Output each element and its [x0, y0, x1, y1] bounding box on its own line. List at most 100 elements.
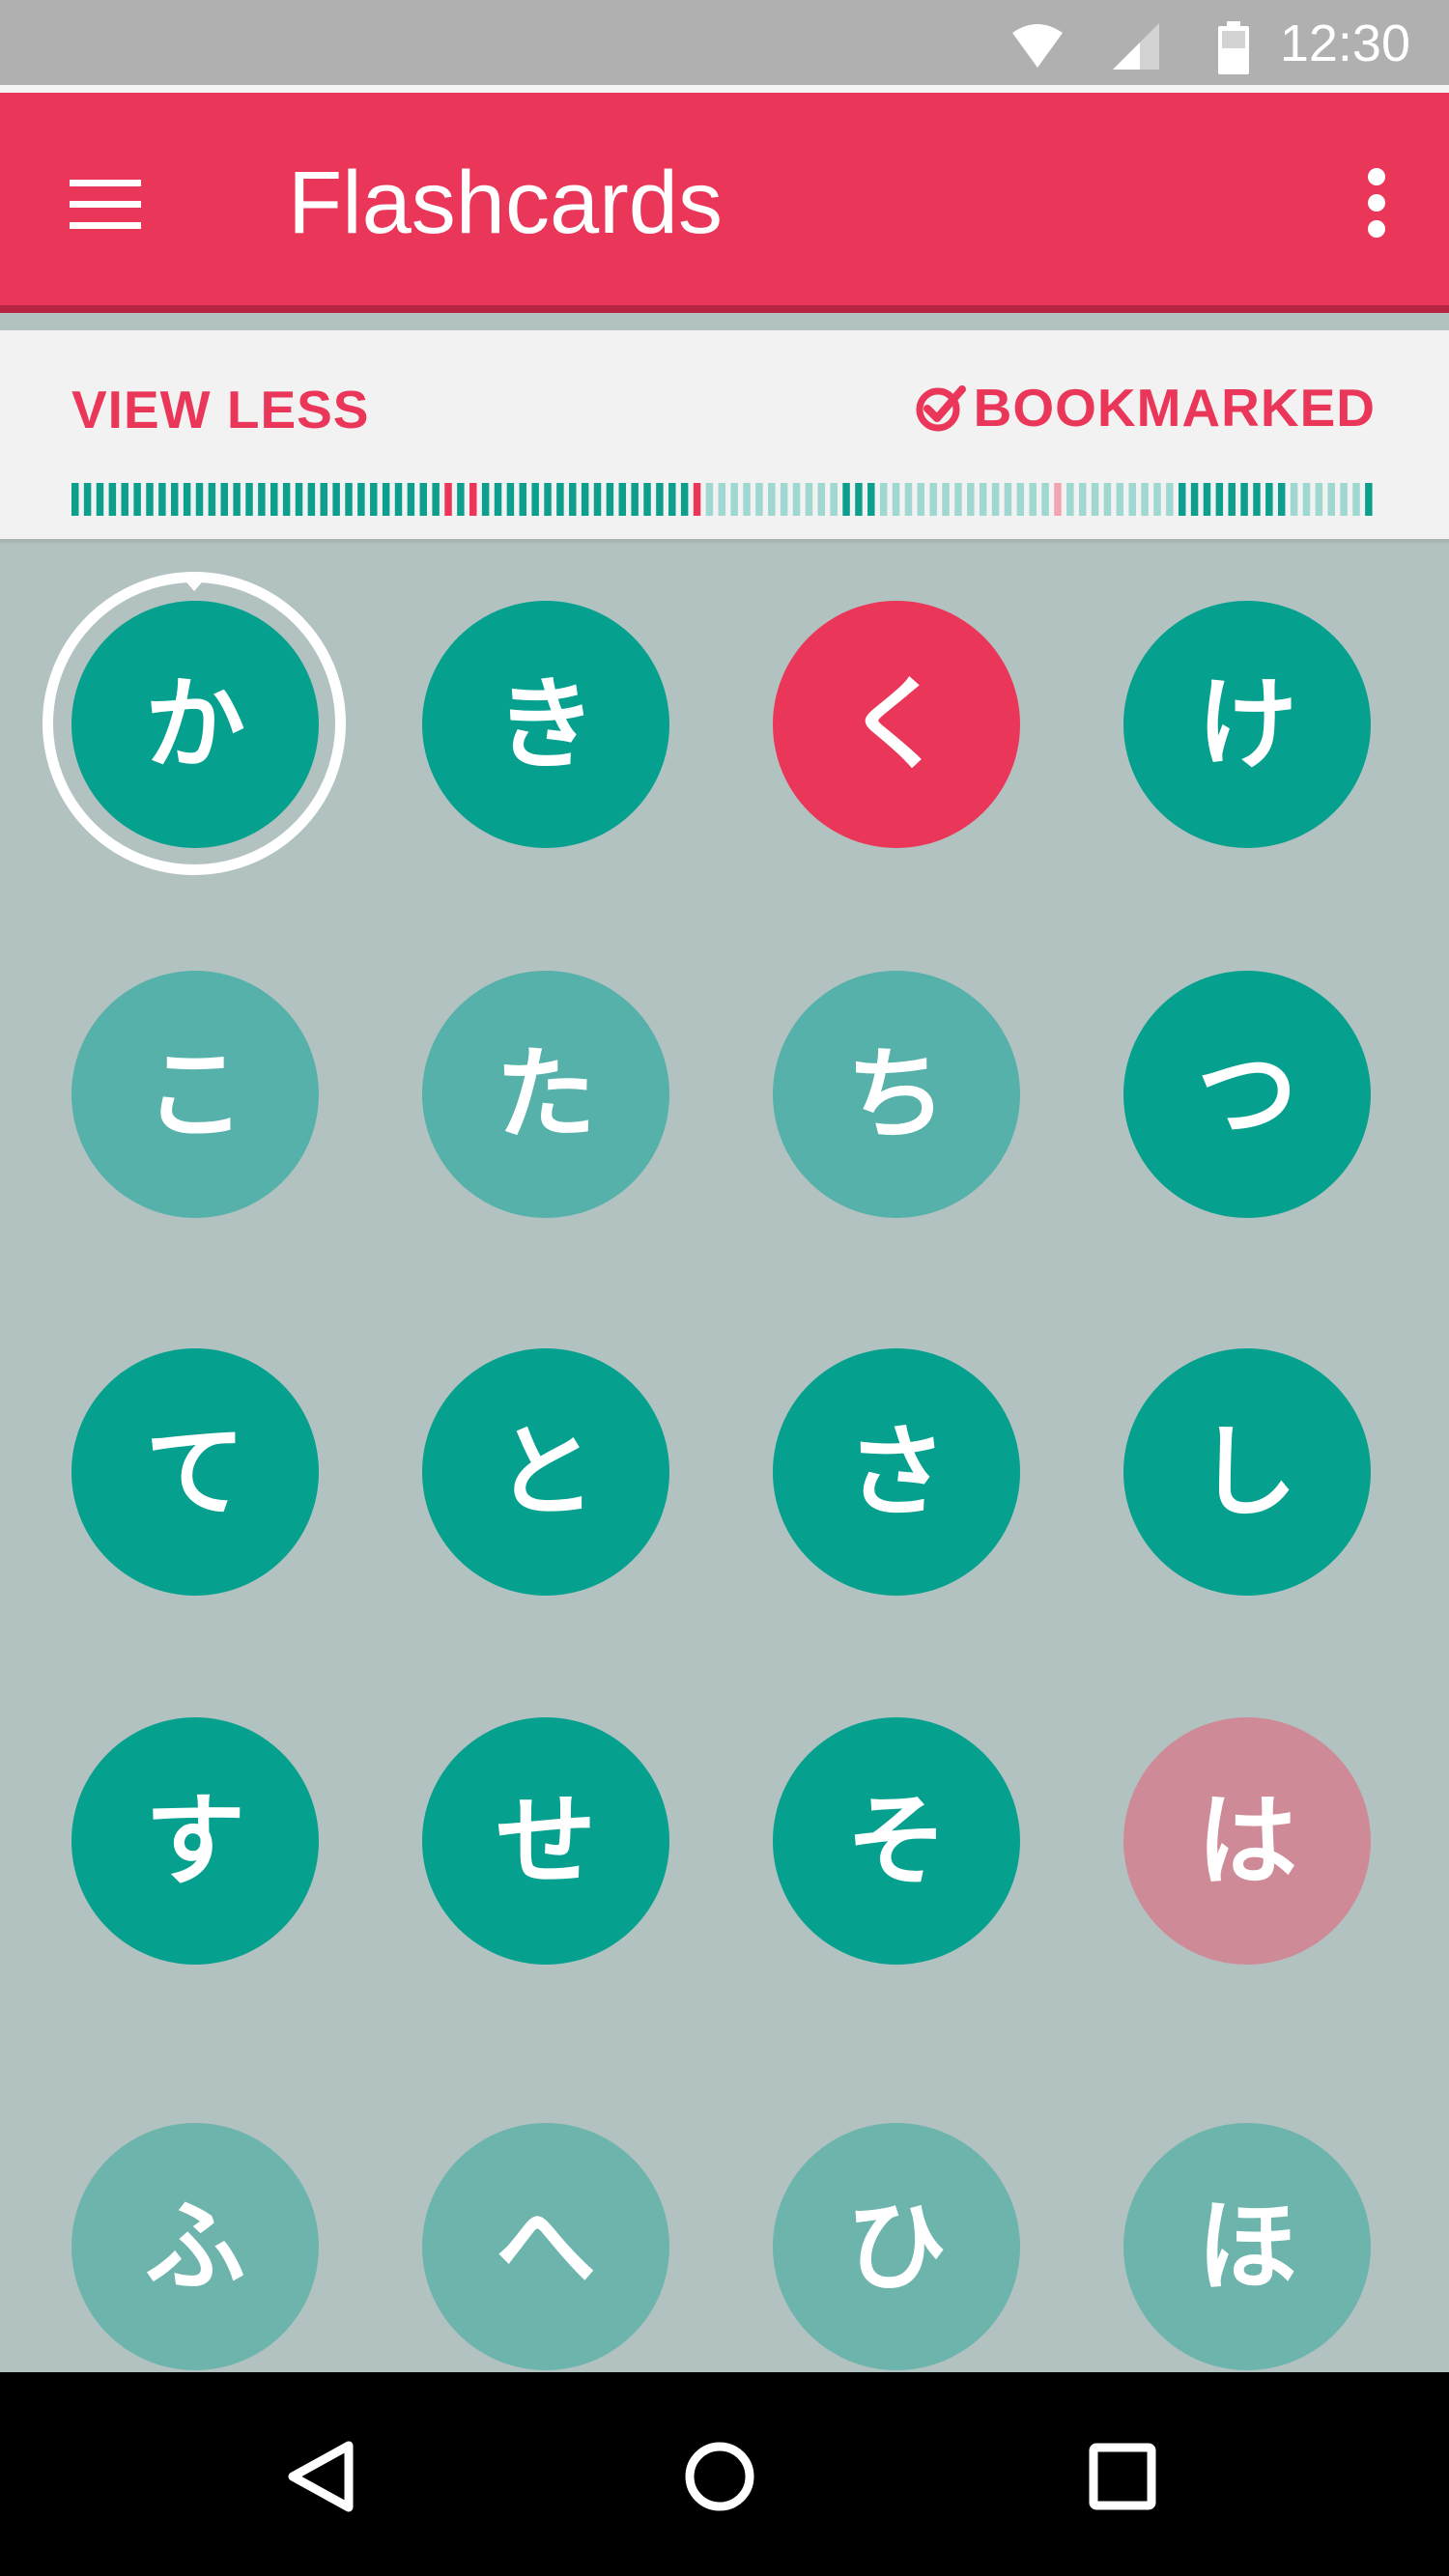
progress-tick — [1141, 483, 1149, 516]
progress-tick — [1041, 483, 1049, 516]
flashcard[interactable]: ち — [773, 971, 1020, 1218]
controls-panel: VIEW LESS BOOKMARKED — [0, 330, 1449, 543]
progress-tick — [755, 483, 763, 516]
home-icon[interactable] — [671, 2428, 768, 2525]
flashcard[interactable]: さ — [773, 1348, 1020, 1596]
progress-tick — [444, 483, 452, 516]
progress-tick — [730, 483, 738, 516]
progress-tick — [1016, 483, 1025, 516]
progress-tick — [867, 483, 875, 516]
progress-tick — [1078, 483, 1087, 516]
progress-tick — [1228, 483, 1236, 516]
more-vert-icon[interactable] — [1343, 160, 1410, 247]
progress-tick — [307, 483, 316, 516]
flashcard[interactable]: ふ — [71, 2123, 319, 2370]
progress-tick — [407, 483, 415, 516]
progress-tick — [1178, 483, 1186, 516]
flashcard[interactable]: た — [422, 971, 669, 1218]
progress-tick — [830, 483, 838, 516]
flashcard[interactable]: は — [1123, 1717, 1371, 1965]
progress-tick — [618, 483, 627, 516]
progress-tick — [917, 483, 925, 516]
progress-tick — [1365, 483, 1373, 516]
flashcard-kana: つ — [1196, 1035, 1297, 1153]
progress-tick — [320, 483, 327, 516]
progress-tick — [879, 483, 888, 516]
hamburger-menu-icon[interactable] — [58, 170, 153, 238]
flashcard[interactable]: せ — [422, 1717, 669, 1965]
progress-tick — [345, 483, 353, 516]
progress-tick — [1265, 483, 1273, 516]
progress-tick — [220, 483, 228, 516]
flashcard[interactable]: く — [773, 601, 1020, 848]
progress-tick — [929, 483, 937, 516]
progress-tick — [1190, 483, 1199, 516]
progress-tick — [245, 483, 253, 516]
progress-tick — [258, 483, 266, 516]
progress-tick — [96, 483, 104, 516]
progress-tick — [817, 483, 826, 516]
flashcard[interactable]: こ — [71, 971, 319, 1218]
flashcard[interactable]: そ — [773, 1717, 1020, 1965]
progress-tick — [705, 483, 714, 516]
flashcard[interactable]: と — [422, 1348, 669, 1596]
flashcard[interactable]: て — [71, 1348, 319, 1596]
progress-tick — [1103, 483, 1112, 516]
progress-tick — [1203, 483, 1211, 516]
progress-tick — [606, 483, 614, 516]
progress-tick — [121, 483, 128, 516]
flashcard-kana: さ — [845, 1413, 947, 1531]
progress-tick — [195, 483, 204, 516]
progress-tick — [519, 483, 527, 516]
signal-icon — [1113, 23, 1159, 70]
flashcard[interactable]: ほ — [1123, 2123, 1371, 2370]
progress-tick — [942, 483, 950, 516]
progress-tick — [1302, 483, 1311, 516]
divider — [0, 85, 1449, 93]
back-icon[interactable] — [273, 2428, 370, 2525]
flashcard-kana: は — [1196, 1782, 1297, 1900]
progress-tick — [83, 483, 92, 516]
app-title: Flashcards — [288, 154, 723, 252]
progress-tick — [158, 483, 166, 516]
progress-tick — [282, 483, 291, 516]
progress-tick — [792, 483, 801, 516]
progress-tick — [394, 483, 403, 516]
flashcard-selected[interactable]: か — [71, 601, 319, 848]
flashcard[interactable]: す — [71, 1717, 319, 1965]
battery-icon — [1218, 21, 1249, 74]
flashcard-kana: き — [495, 665, 596, 783]
flashcard[interactable]: つ — [1123, 971, 1371, 1218]
progress-tick — [668, 483, 676, 516]
progress-tick — [544, 483, 552, 516]
flashcard[interactable]: ひ — [773, 2123, 1020, 2370]
progress-tick — [1091, 483, 1099, 516]
progress-tick — [743, 483, 751, 516]
flashcard-kana: せ — [495, 1782, 596, 1900]
bookmarked-filter-button[interactable]: BOOKMARKED — [914, 377, 1376, 439]
flashcard-kana: ほ — [1196, 2188, 1297, 2306]
flashcard-kana: こ — [144, 1035, 245, 1153]
progress-tick — [569, 483, 577, 516]
progress-tick — [693, 483, 701, 516]
status-bar: 12:30 — [0, 0, 1449, 85]
navigation-bar — [0, 2372, 1449, 2576]
progress-tick — [1066, 483, 1074, 516]
recents-icon[interactable] — [1074, 2428, 1171, 2525]
flashcard[interactable]: け — [1123, 601, 1371, 848]
progress-tick — [954, 483, 962, 516]
flashcard-kana: か — [144, 665, 245, 783]
flashcard-kana: た — [495, 1035, 596, 1153]
progress-tick — [506, 483, 515, 516]
progress-tick — [842, 483, 850, 516]
progress-tick — [1277, 483, 1286, 516]
flashcard[interactable]: し — [1123, 1348, 1371, 1596]
progress-tick — [1029, 483, 1037, 516]
view-less-button[interactable]: VIEW LESS — [71, 379, 370, 440]
progress-tick — [631, 483, 639, 516]
progress-tick — [133, 483, 141, 516]
progress-tick — [593, 483, 602, 516]
flashcard[interactable]: へ — [422, 2123, 669, 2370]
flashcard-kana: ひ — [845, 2188, 947, 2306]
flashcard[interactable]: き — [422, 601, 669, 848]
